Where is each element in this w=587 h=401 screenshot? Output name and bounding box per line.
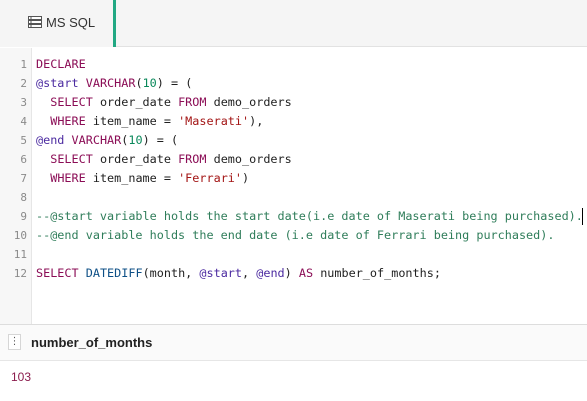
code-line[interactable]: 10 --@end variable holds the end date (i.… <box>0 226 587 245</box>
code-text[interactable]: WHERE item_name = 'Maserati'), <box>36 112 263 131</box>
code-line[interactable]: 2 @start VARCHAR(10) = ( <box>0 74 587 93</box>
line-number: 11 <box>13 248 27 261</box>
code-token: FROM <box>178 152 207 166</box>
code-token: order_date <box>92 95 179 109</box>
code-text[interactable]: DECLARE <box>36 55 86 74</box>
code-token: SELECT <box>50 152 93 166</box>
line-number: 5 <box>20 134 27 147</box>
code-line[interactable]: 11 <box>0 245 587 264</box>
result-column-header: number_of_months <box>31 335 153 350</box>
code-token: demo_orders <box>206 95 292 109</box>
code-token: @end <box>36 133 65 147</box>
code-line[interactable]: 5 @end VARCHAR(10) = ( <box>0 131 587 150</box>
line-number: 8 <box>20 191 27 204</box>
code-line[interactable]: 9 --@start variable holds the start date(… <box>0 207 587 226</box>
code-token: DECLARE <box>36 57 86 71</box>
code-token: 10 <box>128 133 143 147</box>
code-token: VARCHAR <box>71 133 122 147</box>
code-line[interactable]: 8 <box>0 188 587 207</box>
code-token: number_of_months; <box>313 266 441 280</box>
code-text[interactable]: @end VARCHAR(10) = ( <box>36 131 178 150</box>
code-token: --@end variable holds the end date (i.e … <box>36 228 555 242</box>
code-token: WHERE <box>50 114 86 128</box>
code-token: ), <box>249 114 264 128</box>
code-token: 10 <box>142 76 157 90</box>
code-token: (month, <box>142 266 200 280</box>
code-token: FROM <box>178 95 207 109</box>
code-line[interactable]: 4 WHERE item_name = 'Maserati'), <box>0 112 587 131</box>
code-token: item_name = <box>85 114 179 128</box>
code-token: @end <box>256 266 285 280</box>
code-line[interactable]: 7 WHERE item_name = 'Ferrari') <box>0 169 587 188</box>
line-number: 1 <box>20 58 27 71</box>
result-row: 103 <box>0 361 587 401</box>
code-token: 'Maserati' <box>178 114 250 128</box>
code-token: 'Ferrari' <box>178 171 242 185</box>
line-number: 7 <box>20 172 27 185</box>
code-text[interactable]: SELECT order_date FROM demo_orders <box>36 93 292 112</box>
result-cell: 103 <box>11 370 32 384</box>
code-token: ) = ( <box>142 133 179 147</box>
result-header: ⋮ number_of_months <box>0 325 587 361</box>
code-token: SELECT <box>36 266 79 280</box>
code-token: @start <box>199 266 243 280</box>
code-token: ) = ( <box>156 76 193 90</box>
line-number: 12 <box>13 267 27 280</box>
line-number: 4 <box>20 115 27 128</box>
code-token: AS <box>298 266 314 280</box>
code-text[interactable]: SELECT order_date FROM demo_orders <box>36 150 292 169</box>
line-number: 9 <box>20 210 27 223</box>
code-line[interactable]: 3 SELECT order_date FROM demo_orders <box>0 93 587 112</box>
code-token: ) <box>284 266 299 280</box>
code-token: @start <box>36 76 79 90</box>
code-line[interactable]: 6 SELECT order_date FROM demo_orders <box>0 150 587 169</box>
tab-bar: MS SQL <box>0 0 587 47</box>
code-token: DATEDIFF <box>85 266 143 280</box>
code-token: order_date <box>92 152 179 166</box>
code-line[interactable]: 1 DECLARE <box>0 55 587 74</box>
code-token: item_name = <box>85 171 179 185</box>
code-text[interactable]: --@end variable holds the end date (i.e … <box>36 226 554 245</box>
line-number: 3 <box>20 96 27 109</box>
line-number: 2 <box>20 77 27 90</box>
database-icon <box>28 16 42 28</box>
code-token: SELECT <box>50 95 93 109</box>
code-text[interactable]: WHERE item_name = 'Ferrari') <box>36 169 249 188</box>
line-number: 6 <box>20 153 27 166</box>
code-token: ) <box>242 171 250 185</box>
code-text[interactable]: SELECT DATEDIFF(month, @start, @end) AS … <box>36 264 441 283</box>
text-cursor <box>582 208 583 225</box>
code-token: --@start variable holds the start date(i… <box>36 209 583 223</box>
tab-label: MS SQL <box>46 15 96 30</box>
code-token: ( <box>135 76 143 90</box>
tab-ms-sql[interactable]: MS SQL <box>0 0 116 47</box>
line-number: 10 <box>13 229 27 242</box>
code-token: , <box>242 266 257 280</box>
code-token: VARCHAR <box>85 76 136 90</box>
code-text[interactable]: --@start variable holds the start date(i… <box>36 207 583 226</box>
code-line[interactable]: 12 SELECT DATEDIFF(month, @start, @end) A… <box>0 264 587 283</box>
code-token: demo_orders <box>206 152 292 166</box>
code-text[interactable]: @start VARCHAR(10) = ( <box>36 74 192 93</box>
code-token: WHERE <box>50 171 86 185</box>
code-editor[interactable]: 1 DECLARE 2 @start VARCHAR(10) = (3 SELECT … <box>0 48 587 325</box>
column-menu-icon[interactable]: ⋮ <box>8 334 21 350</box>
